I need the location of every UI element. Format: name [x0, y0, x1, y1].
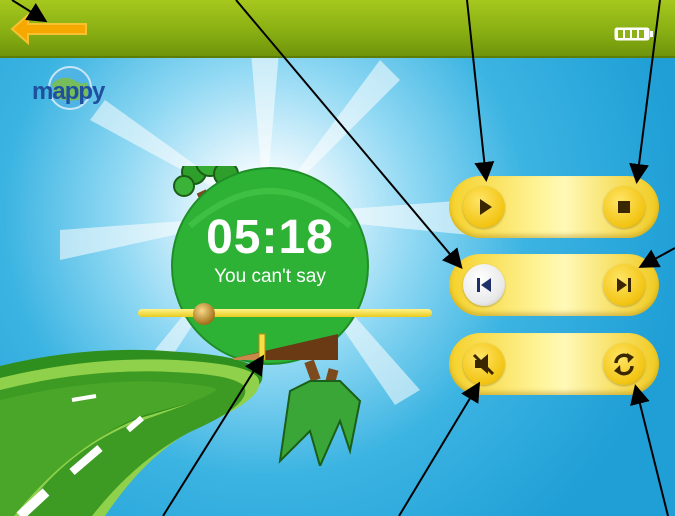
elapsed-time: 05:18: [206, 211, 334, 264]
seek-knob[interactable]: [193, 303, 215, 325]
previous-track-button[interactable]: [463, 264, 505, 306]
volume-slider[interactable]: [232, 332, 340, 362]
mute-icon: [472, 353, 495, 376]
playback-controls-row: [449, 176, 659, 238]
audio-controls-row: [449, 333, 659, 395]
mute-button[interactable]: [463, 343, 505, 385]
next-track-button[interactable]: [603, 264, 645, 306]
stop-button[interactable]: [603, 186, 645, 228]
media-player-screen: mappy 05:18 You can't say: [0, 0, 675, 516]
track-title: You can't say: [214, 266, 326, 287]
repeat-button[interactable]: [603, 343, 645, 385]
play-button[interactable]: [463, 186, 505, 228]
track-controls-row: [449, 254, 659, 316]
play-icon: [480, 199, 492, 215]
seek-bar[interactable]: [138, 309, 432, 317]
stop-icon: [618, 201, 630, 213]
repeat-icon: [614, 353, 634, 376]
volume-handle[interactable]: [258, 333, 266, 361]
skip-next-icon: [617, 278, 631, 292]
skip-previous-icon: [477, 278, 491, 292]
